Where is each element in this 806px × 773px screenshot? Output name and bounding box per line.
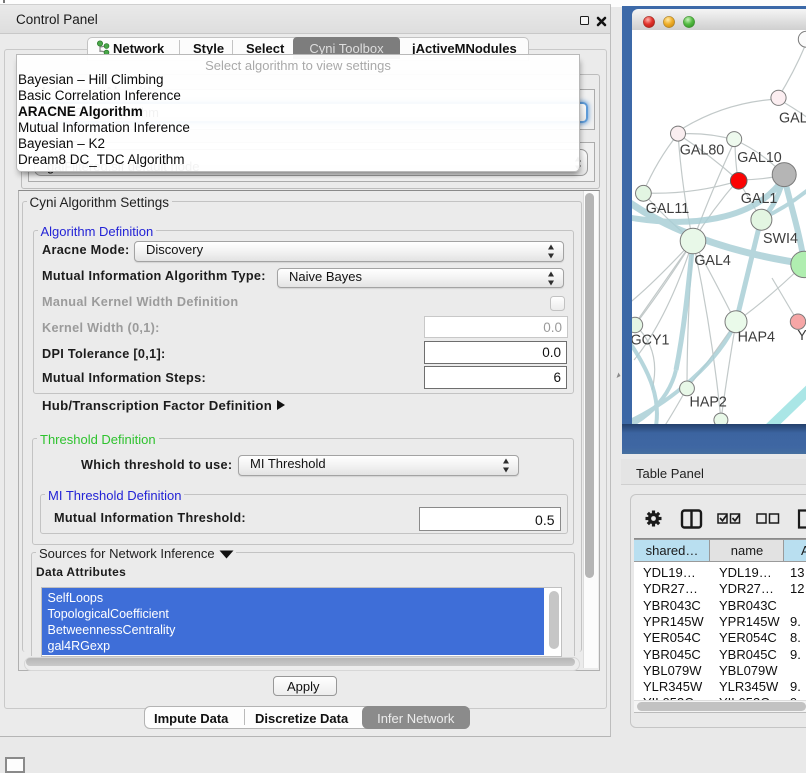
svg-text:GAL4: GAL4 bbox=[694, 253, 731, 269]
svg-text:HAP2: HAP2 bbox=[690, 394, 727, 410]
svg-text:HAP4: HAP4 bbox=[738, 330, 775, 346]
svg-text:Y: Y bbox=[797, 328, 806, 344]
svg-text:GCY1: GCY1 bbox=[632, 332, 670, 348]
svg-text:GAL11: GAL11 bbox=[646, 201, 689, 217]
svg-text:GAL10: GAL10 bbox=[737, 150, 782, 166]
svg-text:GAL1: GAL1 bbox=[741, 191, 778, 207]
svg-text:SWI4: SWI4 bbox=[763, 231, 798, 247]
svg-text:GAL7: GAL7 bbox=[779, 111, 806, 127]
svg-text:GAL80: GAL80 bbox=[680, 143, 725, 159]
